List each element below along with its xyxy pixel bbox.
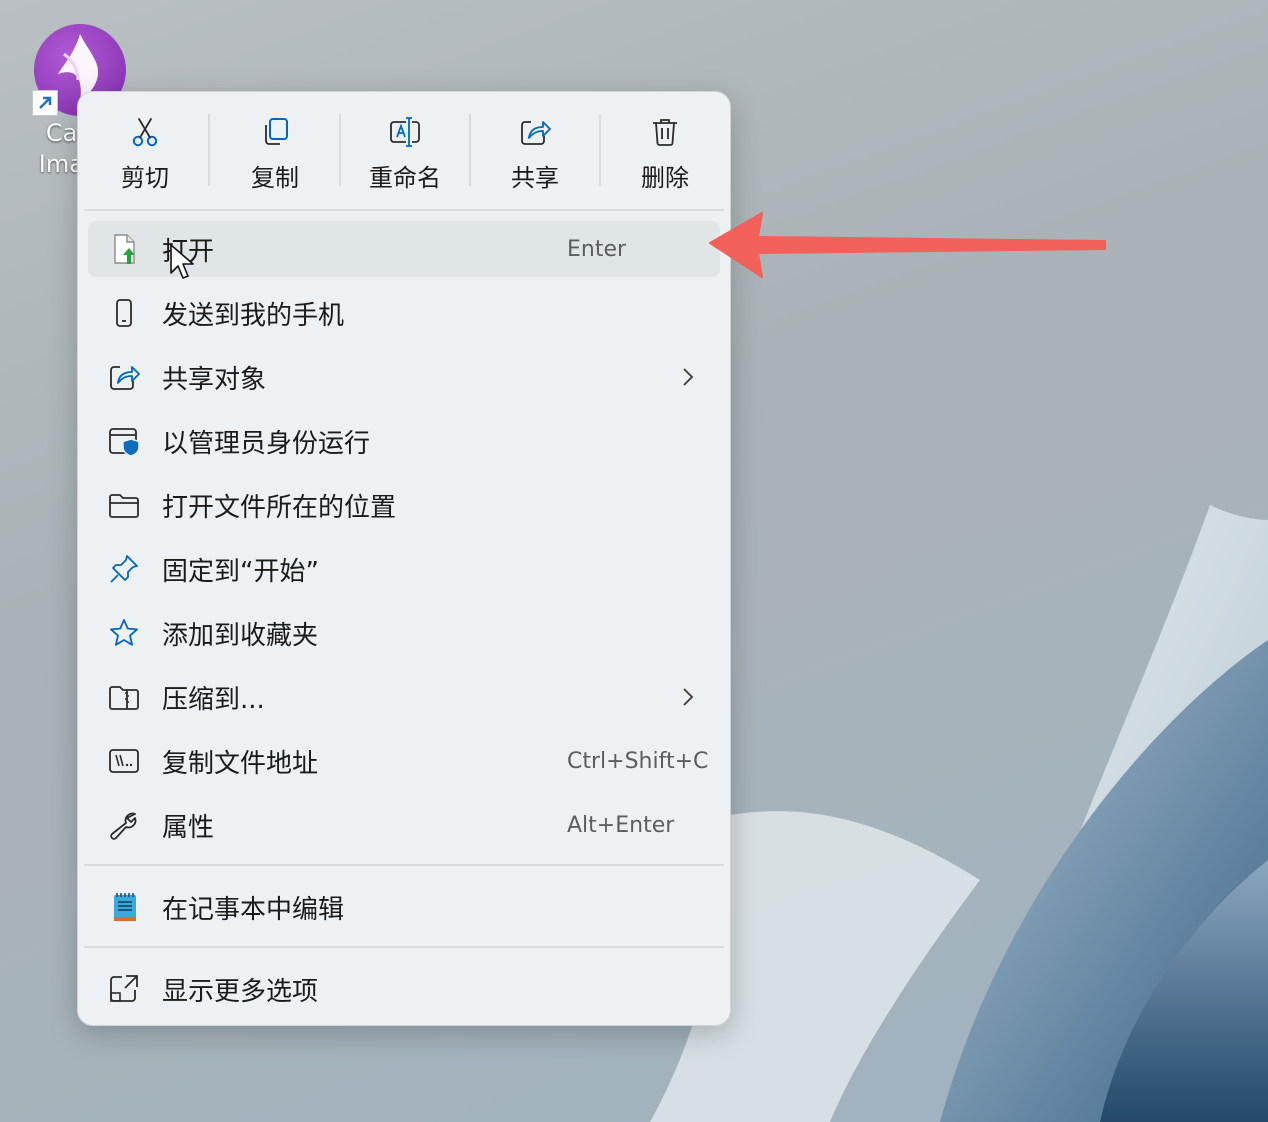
chevron-right-icon (683, 368, 694, 386)
share-label: 共享 (511, 164, 559, 192)
rename-button[interactable]: 重命名 (340, 106, 470, 198)
phone-icon (106, 297, 142, 329)
menu-item-label: 在记事本中编辑 (162, 894, 345, 925)
menu-item-label: 固定到“开始” (162, 556, 319, 587)
menu-item-label: 以管理员身份运行 (162, 428, 371, 459)
copy-button[interactable]: 复制 (210, 106, 340, 198)
copy-path-icon (106, 745, 142, 777)
trash-icon (653, 119, 677, 146)
share-button[interactable]: 共享 (470, 106, 600, 198)
rename-label: 重命名 (369, 164, 441, 192)
menu-item-shortcut: Ctrl+Shift+C (567, 748, 709, 774)
annotation-arrow-icon (709, 212, 1106, 278)
delete-label: 删除 (641, 164, 689, 192)
menu-item-shortcut: Alt+Enter (567, 812, 675, 838)
share-icon (521, 121, 551, 145)
menu-item-edit-in-notepad[interactable]: 在记事本中编辑 (88, 879, 720, 935)
mouse-cursor-icon (170, 244, 194, 279)
quick-actions-bar: 剪切 复制 重命名 共享 删除 (78, 92, 730, 208)
open-file-icon (106, 233, 142, 265)
pin-icon (106, 553, 142, 585)
copy-icon (265, 118, 288, 145)
rename-icon (390, 117, 420, 147)
menu-item-label: 打开文件所在的位置 (162, 492, 397, 523)
more-options-icon (106, 973, 142, 1005)
shortcut-arrow-icon (32, 90, 58, 116)
menu-item-pin-to-start[interactable]: 固定到“开始” (88, 541, 720, 597)
menu-item-compress-to[interactable]: 压缩到... (88, 669, 720, 725)
scissors-icon (132, 118, 158, 147)
menu-divider (84, 946, 724, 948)
menu-item-open-file-location[interactable]: 打开文件所在的位置 (88, 477, 720, 533)
menu-item-share-to[interactable]: 共享对象 (88, 349, 720, 405)
menu-item-add-to-favorites[interactable]: 添加到收藏夹 (88, 605, 720, 661)
menu-divider (84, 209, 724, 211)
menu-item-show-more-options[interactable]: 显示更多选项 (88, 961, 720, 1017)
menu-item-label: 共享对象 (162, 364, 267, 395)
chevron-right-icon (683, 688, 694, 706)
menu-item-label: 复制文件地址 (162, 748, 319, 779)
context-menu: 剪切 复制 重命名 共享 删除 打开 Enter 发送到我的手机 共享对象 以管… (77, 91, 731, 1026)
star-icon (106, 617, 142, 649)
admin-shield-icon (106, 425, 142, 457)
folder-icon (106, 489, 142, 521)
menu-item-run-as-admin[interactable]: 以管理员身份运行 (88, 413, 720, 469)
share-icon (106, 361, 142, 393)
menu-item-label: 发送到我的手机 (162, 300, 345, 331)
wrench-icon (106, 809, 142, 841)
menu-item-shortcut: Enter (567, 236, 627, 262)
menu-item-properties[interactable]: 属性 Alt+Enter (88, 797, 720, 853)
menu-item-label: 显示更多选项 (162, 976, 319, 1007)
zip-folder-icon (106, 681, 142, 713)
notepad-icon (106, 891, 142, 923)
copy-label: 复制 (251, 164, 299, 192)
menu-divider (84, 864, 724, 866)
menu-item-label: 属性 (162, 812, 215, 843)
cut-button[interactable]: 剪切 (80, 106, 210, 198)
menu-item-label: 添加到收藏夹 (162, 620, 319, 651)
delete-button[interactable]: 删除 (600, 106, 730, 198)
cut-label: 剪切 (121, 164, 169, 192)
menu-item-label: 压缩到... (162, 684, 265, 715)
menu-item-send-to-phone[interactable]: 发送到我的手机 (88, 285, 720, 341)
menu-item-copy-as-path[interactable]: 复制文件地址 Ctrl+Shift+C (88, 733, 720, 789)
